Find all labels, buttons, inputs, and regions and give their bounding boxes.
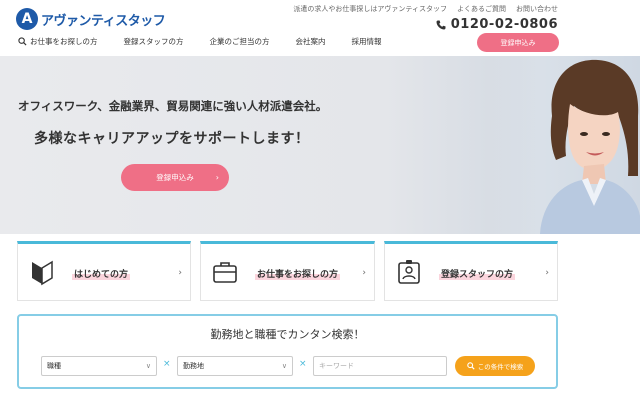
card-job-seekers[interactable]: お仕事をお探しの方 › <box>200 241 375 301</box>
chevron-right-icon: › <box>178 268 182 278</box>
logo-text: アヴァンティスタッフ <box>41 13 166 29</box>
chevron-right-icon: › <box>215 173 219 182</box>
nav-item-label: お仕事をお探しの方 <box>30 37 98 46</box>
chevron-right-icon: › <box>545 268 549 278</box>
job-search-box: 勤務地と職種でカンタン検索！ 職種 ∨ × 勤務地 ∨ × キーワード この条件… <box>17 314 558 389</box>
close-icon[interactable]: × <box>163 359 171 369</box>
hero-heading: 多様なキャリアアップをサポートします！ <box>34 131 310 147</box>
site-logo[interactable]: A アヴァンティスタッフ <box>16 8 166 30</box>
card-registered-staff[interactable]: 登録スタッフの方 › <box>384 241 558 301</box>
nav-item-company-info[interactable]: 会社案内 <box>296 36 326 47</box>
top-links: 派遣の求人やお仕事探しはアヴァンティスタッフ よくあるご質問 お問い合わせ <box>293 4 558 14</box>
nav-item-recruit[interactable]: 採用情報 <box>352 36 382 47</box>
phone-number: 0120-02-0806 <box>436 17 558 32</box>
top-link-faq[interactable]: よくあるご質問 <box>457 4 506 14</box>
main-nav: お仕事をお探しの方 登録スタッフの方 企業のご担当の方 会社案内 採用情報 <box>18 36 408 47</box>
nav-item-companies[interactable]: 企業のご担当の方 <box>210 36 270 47</box>
beginner-mark-icon <box>32 260 53 286</box>
chevron-down-icon: ∨ <box>281 362 287 370</box>
hero-banner: オフィスワーク、金融業界、貿易関連に強い人材派遣会社。 多様なキャリアアップをサ… <box>0 56 640 234</box>
nav-item-label: 採用情報 <box>351 37 382 46</box>
close-icon[interactable]: × <box>299 359 307 369</box>
top-link-tagline[interactable]: 派遣の求人やお仕事探しはアヴァンティスタッフ <box>293 4 447 14</box>
search-button-label: この条件で検索 <box>477 363 524 371</box>
phone-number-text: 0120-02-0806 <box>450 17 558 32</box>
briefcase-icon <box>213 262 237 283</box>
top-link-contact[interactable]: お問い合わせ <box>516 4 558 14</box>
nav-item-label: 会社案内 <box>295 37 326 46</box>
nav-item-job-search[interactable]: お仕事をお探しの方 <box>18 36 98 47</box>
hero-person-image <box>490 56 640 234</box>
chevron-down-icon: ∨ <box>145 362 151 370</box>
card-label: 登録スタッフの方 <box>439 267 516 280</box>
nav-item-label: 登録スタッフの方 <box>123 37 184 46</box>
hero-subheading: オフィスワーク、金融業界、貿易関連に強い人材派遣会社。 <box>18 99 328 113</box>
logo-mark: A <box>16 8 38 30</box>
chevron-right-icon: › <box>362 268 366 278</box>
card-first-time[interactable]: はじめての方 › <box>17 241 191 301</box>
location-select[interactable]: 勤務地 ∨ <box>177 356 293 376</box>
register-button-hero[interactable]: 登録申込み › <box>121 164 229 191</box>
phone-icon <box>436 20 446 29</box>
search-icon <box>18 37 27 46</box>
job-type-select[interactable]: 職種 ∨ <box>41 356 157 376</box>
search-button[interactable]: この条件で検索 <box>455 356 535 376</box>
card-label: お仕事をお探しの方 <box>255 267 341 280</box>
location-value: 勤務地 <box>183 362 204 370</box>
register-button-header[interactable]: 登録申込み <box>477 33 559 52</box>
register-button-label: 登録申込み <box>156 173 194 182</box>
card-label: はじめての方 <box>72 267 131 280</box>
job-type-value: 職種 <box>47 362 61 370</box>
nav-item-registered-staff[interactable]: 登録スタッフの方 <box>124 36 184 47</box>
nav-item-label: 企業のご担当の方 <box>209 37 270 46</box>
search-icon <box>466 362 475 370</box>
search-title: 勤務地と職種でカンタン検索！ <box>210 328 365 341</box>
id-card-icon <box>398 260 420 284</box>
keyword-input[interactable]: キーワード <box>313 356 447 376</box>
